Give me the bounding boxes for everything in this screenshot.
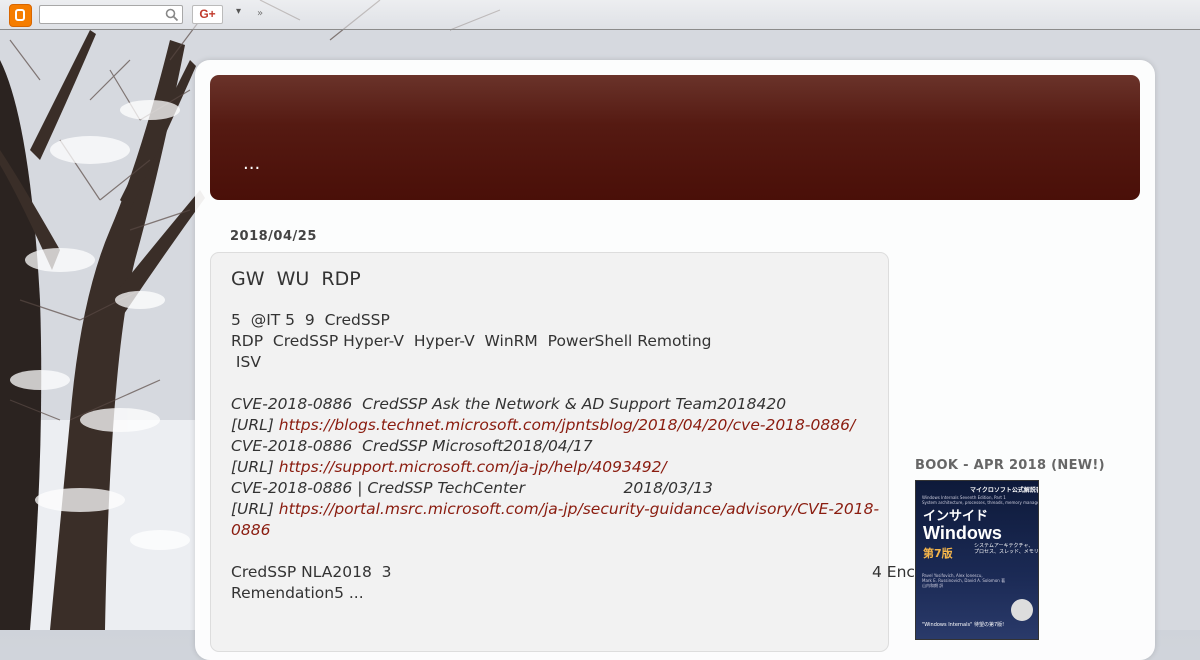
reference-title: CVE-2018-0886 CredSSP Ask the Network & …: [231, 395, 787, 413]
post-line: Remendation5 ...: [231, 584, 364, 602]
reference-url-row: [URL] https://portal.msrc.microsoft.com/…: [231, 499, 879, 520]
more-arrows-icon[interactable]: »: [257, 8, 263, 19]
blog-title[interactable]: ...: [243, 153, 260, 174]
book-cover-image[interactable]: マイクロソフト公式解説書 Windows Internals Seventh E…: [915, 480, 1039, 640]
reference-url-row: [URL] https://blogs.technet.microsoft.co…: [231, 415, 871, 436]
search-input[interactable]: [39, 5, 183, 24]
post-line: RDP CredSSP Hyper-V Hyper-V WinRM PowerS…: [231, 332, 712, 350]
blog-header: ...: [210, 75, 1140, 200]
book-publisher: マイクロソフト公式解説書: [970, 487, 1039, 494]
book-stamp-icon: [1011, 599, 1033, 621]
book-tagline: システムアーキテクチャ、 プロセス、スレッド、メモリ管理、他: [974, 543, 1039, 555]
post-line: CredSSP NLA2018 3: [231, 563, 392, 581]
url-prefix: [URL]: [231, 416, 279, 434]
more-dropdown-icon[interactable]: ▾: [236, 6, 241, 17]
post-date: 2018/04/25: [230, 229, 317, 244]
reference-link[interactable]: https://blogs.technet.microsoft.com/jpnt…: [279, 416, 855, 434]
post-overflow-text: 4 Enc: [872, 563, 915, 581]
reference-link-continued[interactable]: 0886: [231, 521, 270, 539]
blogger-navbar: G+ ▾ »: [0, 0, 1200, 30]
reference-title: CVE-2018-0886 CredSSP Microsoft2018/04/1…: [231, 437, 593, 455]
post-title[interactable]: GW WU RDP: [231, 268, 361, 290]
reference-link[interactable]: https://support.microsoft.com/ja-jp/help…: [279, 458, 667, 476]
post-line: 5 @IT 5 9 CredSSP: [231, 311, 390, 329]
book-subtitle: Windows Internals Seventh Edition, Part …: [922, 495, 1038, 505]
url-prefix: [URL]: [231, 500, 279, 518]
url-prefix: [URL]: [231, 458, 279, 476]
book-bottom-text: "Windows Internals" 待望の第7版!: [922, 622, 1005, 628]
book-windows-title: Windows: [923, 523, 1002, 543]
post-card: GW WU RDP 5 @IT 5 9 CredSSP RDP CredSSP …: [210, 252, 915, 652]
sidebar-book-heading: BOOK - APR 2018 (NEW!): [915, 458, 1105, 473]
reference-url-row: [URL] https://support.microsoft.com/ja-j…: [231, 457, 871, 478]
blogger-logo-icon[interactable]: [9, 4, 32, 27]
book-edition: 第7版: [923, 547, 953, 560]
reference-url-row: 0886: [231, 520, 871, 541]
reference-title: CVE-2018-0886 | CredSSP TechCenter 2018/…: [231, 479, 713, 497]
book-jp-title: インサイド: [923, 509, 989, 524]
reference-link[interactable]: https://portal.msrc.microsoft.com/ja-jp/…: [279, 500, 879, 518]
post-body: 5 @IT 5 9 CredSSP RDP CredSSP Hyper-V Hy…: [231, 310, 879, 604]
post-line: ISV: [231, 353, 261, 371]
search-icon[interactable]: [165, 8, 179, 22]
google-plus-button[interactable]: G+: [192, 5, 223, 24]
book-authors: Pavel Yosifovich, Alex Ionescu, Mark E. …: [922, 573, 1006, 588]
